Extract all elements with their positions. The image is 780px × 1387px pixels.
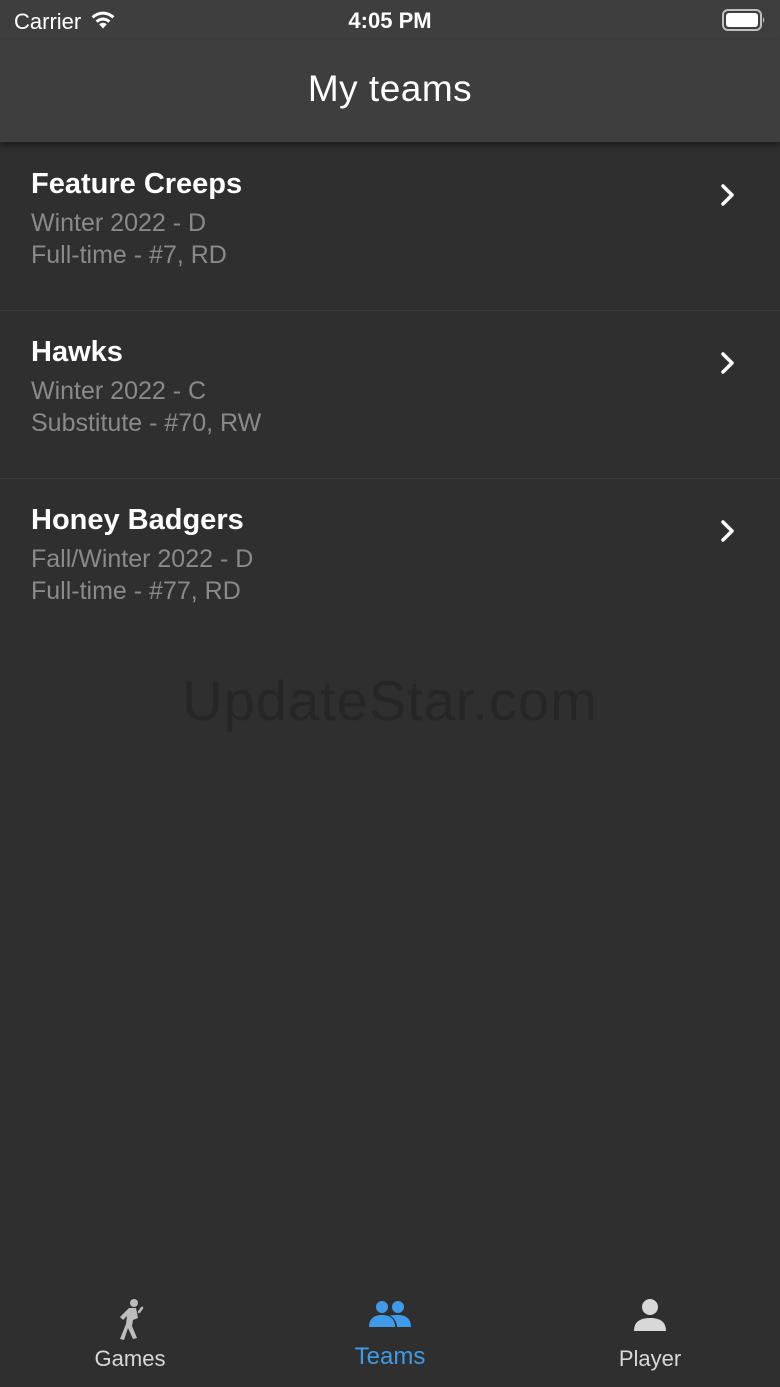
tab-player[interactable]: Player [520,1282,780,1387]
team-season: Fall/Winter 2022 - D [31,545,254,573]
page-title: My teams [307,68,473,109]
team-row-honey-badgers[interactable]: Honey Badgers Fall/Winter 2022 - D Full-… [0,479,780,646]
tab-label: Teams [354,1343,426,1370]
hockey-player-icon [115,1298,145,1347]
tab-teams[interactable]: Teams [260,1282,520,1387]
group-icon [368,1298,412,1335]
status-bar: Carrier 4:05 PM [0,0,780,40]
tab-label: Player [618,1346,682,1371]
tab-label: Games [94,1346,166,1371]
navigation-bar: My teams [0,40,780,142]
team-name: Hawks [31,336,123,368]
chevron-right-icon [720,519,736,548]
chevron-right-icon [720,351,736,380]
team-list: Feature Creeps Winter 2022 - D Full-time… [0,143,780,646]
team-role: Substitute - #70, RW [31,409,262,437]
team-role: Full-time - #77, RD [31,577,241,605]
tab-bar: Games Teams Player [0,1282,780,1387]
person-icon [633,1298,667,1337]
battery-full-icon [722,9,766,36]
team-season: Winter 2022 - D [31,209,207,237]
chevron-right-icon [720,183,736,212]
team-name: Feature Creeps [31,168,243,200]
team-row-feature-creeps[interactable]: Feature Creeps Winter 2022 - D Full-time… [0,143,780,311]
team-row-hawks[interactable]: Hawks Winter 2022 - C Substitute - #70, … [0,311,780,479]
tab-games[interactable]: Games [0,1282,260,1387]
clock: 4:05 PM [348,8,432,33]
team-role: Full-time - #7, RD [31,241,227,269]
watermark: UpdateStar.com [182,669,598,732]
team-name: Honey Badgers [31,504,244,536]
team-season: Winter 2022 - C [31,377,207,405]
